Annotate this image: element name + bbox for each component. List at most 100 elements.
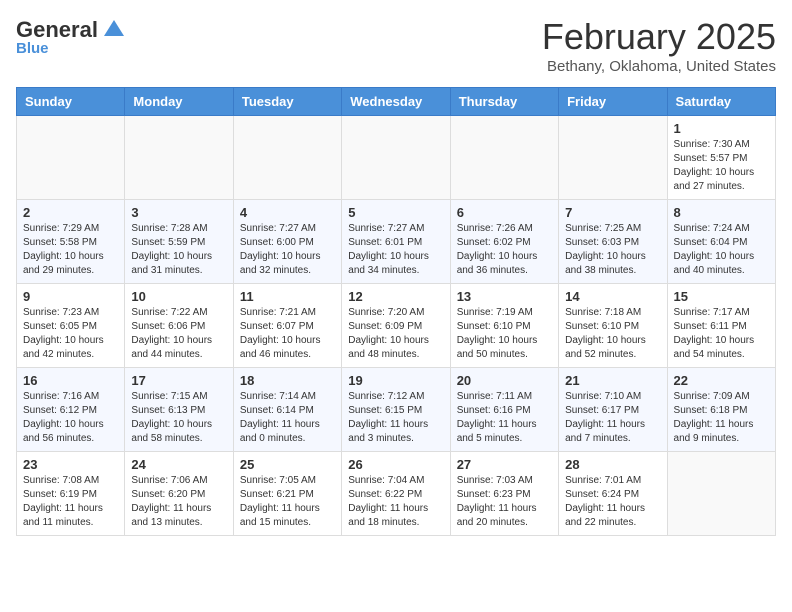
day-number: 4: [240, 205, 335, 220]
calendar-cell: 22Sunrise: 7:09 AM Sunset: 6:18 PM Dayli…: [667, 368, 775, 452]
calendar-cell: 26 Sunrise: 7:04 AM Sunset: 6:22 PM Dayli…: [342, 452, 450, 536]
calendar-cell: [17, 116, 125, 200]
calendar-cell: 4Sunrise: 7:27 AM Sunset: 6:00 PM Daylig…: [233, 200, 341, 284]
calendar-cell: 10Sunrise: 7:22 AM Sunset: 6:06 PM Dayli…: [125, 284, 233, 368]
location: Bethany, Oklahoma, United States: [542, 58, 776, 75]
day-info: Sunrise: 7:03 AM Sunset: 6:23 PM Dayligh…: [457, 474, 552, 530]
day-number: 24: [131, 457, 226, 472]
day-info: Sunrise: 7:05 AM Sunset: 6:21 PM Dayligh…: [240, 474, 335, 530]
logo: General Blue: [16, 16, 128, 57]
calendar-table: SundayMondayTuesdayWednesdayThursdayFrid…: [16, 87, 776, 536]
day-info: Sunrise: 7:18 AM Sunset: 6:10 PM Dayligh…: [565, 306, 660, 362]
weekday-header-sunday: Sunday: [17, 88, 125, 116]
day-number: 21: [565, 373, 660, 388]
day-info: Sunrise: 7:14 AM Sunset: 6:14 PM Dayligh…: [240, 390, 335, 446]
calendar-cell: 21 Sunrise: 7:10 AM Sunset: 6:17 PM Dayli…: [559, 368, 667, 452]
day-info: Sunrise: 7:20 AM Sunset: 6:09 PM Dayligh…: [348, 306, 443, 362]
calendar-cell: 16 Sunrise: 7:16 AM Sunset: 6:12 PM Dayli…: [17, 368, 125, 452]
calendar-cell: [559, 116, 667, 200]
logo-icon: [100, 16, 128, 44]
calendar-cell: 15 Sunrise: 7:17 AM Sunset: 6:11 PM Dayli…: [667, 284, 775, 368]
calendar-cell: 24 Sunrise: 7:06 AM Sunset: 6:20 PM Dayli…: [125, 452, 233, 536]
day-info: Sunrise: 7:30 AM Sunset: 5:57 PM Dayligh…: [674, 138, 769, 194]
month-title: February 2025: [542, 16, 776, 58]
day-number: 12: [348, 289, 443, 304]
day-info: Sunrise: 7:16 AM Sunset: 6:12 PM Dayligh…: [23, 390, 118, 446]
calendar-cell: 14 Sunrise: 7:18 AM Sunset: 6:10 PM Dayli…: [559, 284, 667, 368]
calendar-cell: 11Sunrise: 7:21 AM Sunset: 6:07 PM Dayli…: [233, 284, 341, 368]
day-info: Sunrise: 7:22 AM Sunset: 6:06 PM Dayligh…: [131, 306, 226, 362]
calendar-cell: 8 Sunrise: 7:24 AM Sunset: 6:04 PM Daylig…: [667, 200, 775, 284]
day-info: Sunrise: 7:08 AM Sunset: 6:19 PM Dayligh…: [23, 474, 118, 530]
day-number: 17: [131, 373, 226, 388]
calendar-cell: 9 Sunrise: 7:23 AM Sunset: 6:05 PM Daylig…: [17, 284, 125, 368]
weekday-header-saturday: Saturday: [667, 88, 775, 116]
calendar-cell: 25 Sunrise: 7:05 AM Sunset: 6:21 PM Dayli…: [233, 452, 341, 536]
calendar-cell: 3 Sunrise: 7:28 AM Sunset: 5:59 PM Daylig…: [125, 200, 233, 284]
day-info: Sunrise: 7:06 AM Sunset: 6:20 PM Dayligh…: [131, 474, 226, 530]
week-row-2: 2 Sunrise: 7:29 AM Sunset: 5:58 PM Daylig…: [17, 200, 776, 284]
calendar-cell: [233, 116, 341, 200]
day-info: Sunrise: 7:10 AM Sunset: 6:17 PM Dayligh…: [565, 390, 660, 446]
calendar-cell: 28Sunrise: 7:01 AM Sunset: 6:24 PM Dayli…: [559, 452, 667, 536]
day-number: 25: [240, 457, 335, 472]
day-number: 20: [457, 373, 552, 388]
calendar-cell: [125, 116, 233, 200]
logo-blue: Blue: [16, 40, 49, 57]
week-row-1: 1 Sunrise: 7:30 AM Sunset: 5:57 PM Daylig…: [17, 116, 776, 200]
day-info: Sunrise: 7:24 AM Sunset: 6:04 PM Dayligh…: [674, 222, 769, 278]
weekday-header-friday: Friday: [559, 88, 667, 116]
day-info: Sunrise: 7:11 AM Sunset: 6:16 PM Dayligh…: [457, 390, 552, 446]
day-info: Sunrise: 7:09 AM Sunset: 6:18 PM Dayligh…: [674, 390, 769, 446]
day-number: 3: [131, 205, 226, 220]
calendar-cell: 1 Sunrise: 7:30 AM Sunset: 5:57 PM Daylig…: [667, 116, 775, 200]
day-number: 19: [348, 373, 443, 388]
day-number: 9: [23, 289, 118, 304]
calendar-cell: [667, 452, 775, 536]
day-number: 26: [348, 457, 443, 472]
calendar-cell: 27 Sunrise: 7:03 AM Sunset: 6:23 PM Dayli…: [450, 452, 558, 536]
day-number: 16: [23, 373, 118, 388]
weekday-header-monday: Monday: [125, 88, 233, 116]
week-row-4: 16 Sunrise: 7:16 AM Sunset: 6:12 PM Dayli…: [17, 368, 776, 452]
day-info: Sunrise: 7:26 AM Sunset: 6:02 PM Dayligh…: [457, 222, 552, 278]
day-number: 5: [348, 205, 443, 220]
day-number: 6: [457, 205, 552, 220]
day-number: 23: [23, 457, 118, 472]
calendar-cell: 5 Sunrise: 7:27 AM Sunset: 6:01 PM Daylig…: [342, 200, 450, 284]
title-block: February 2025 Bethany, Oklahoma, United …: [542, 16, 776, 75]
calendar-cell: 12 Sunrise: 7:20 AM Sunset: 6:09 PM Dayli…: [342, 284, 450, 368]
day-number: 14: [565, 289, 660, 304]
calendar-cell: 20 Sunrise: 7:11 AM Sunset: 6:16 PM Dayli…: [450, 368, 558, 452]
day-number: 2: [23, 205, 118, 220]
day-info: Sunrise: 7:27 AM Sunset: 6:01 PM Dayligh…: [348, 222, 443, 278]
calendar-cell: 7Sunrise: 7:25 AM Sunset: 6:03 PM Daylig…: [559, 200, 667, 284]
weekday-header-row: SundayMondayTuesdayWednesdayThursdayFrid…: [17, 88, 776, 116]
week-row-5: 23 Sunrise: 7:08 AM Sunset: 6:19 PM Dayli…: [17, 452, 776, 536]
calendar-cell: 2 Sunrise: 7:29 AM Sunset: 5:58 PM Daylig…: [17, 200, 125, 284]
day-info: Sunrise: 7:23 AM Sunset: 6:05 PM Dayligh…: [23, 306, 118, 362]
day-info: Sunrise: 7:17 AM Sunset: 6:11 PM Dayligh…: [674, 306, 769, 362]
day-number: 15: [674, 289, 769, 304]
day-info: Sunrise: 7:28 AM Sunset: 5:59 PM Dayligh…: [131, 222, 226, 278]
day-number: 1: [674, 121, 769, 136]
day-number: 27: [457, 457, 552, 472]
day-number: 28: [565, 457, 660, 472]
weekday-header-thursday: Thursday: [450, 88, 558, 116]
day-info: Sunrise: 7:19 AM Sunset: 6:10 PM Dayligh…: [457, 306, 552, 362]
calendar-cell: 17Sunrise: 7:15 AM Sunset: 6:13 PM Dayli…: [125, 368, 233, 452]
day-number: 8: [674, 205, 769, 220]
day-info: Sunrise: 7:25 AM Sunset: 6:03 PM Dayligh…: [565, 222, 660, 278]
calendar-cell: 18Sunrise: 7:14 AM Sunset: 6:14 PM Dayli…: [233, 368, 341, 452]
day-info: Sunrise: 7:04 AM Sunset: 6:22 PM Dayligh…: [348, 474, 443, 530]
weekday-header-tuesday: Tuesday: [233, 88, 341, 116]
calendar-cell: 19Sunrise: 7:12 AM Sunset: 6:15 PM Dayli…: [342, 368, 450, 452]
calendar-cell: 6 Sunrise: 7:26 AM Sunset: 6:02 PM Daylig…: [450, 200, 558, 284]
day-number: 13: [457, 289, 552, 304]
page-header: General Blue February 2025 Bethany, Okla…: [16, 16, 776, 75]
calendar-cell: [342, 116, 450, 200]
weekday-header-wednesday: Wednesday: [342, 88, 450, 116]
calendar-cell: 13 Sunrise: 7:19 AM Sunset: 6:10 PM Dayli…: [450, 284, 558, 368]
calendar-cell: [450, 116, 558, 200]
day-info: Sunrise: 7:29 AM Sunset: 5:58 PM Dayligh…: [23, 222, 118, 278]
